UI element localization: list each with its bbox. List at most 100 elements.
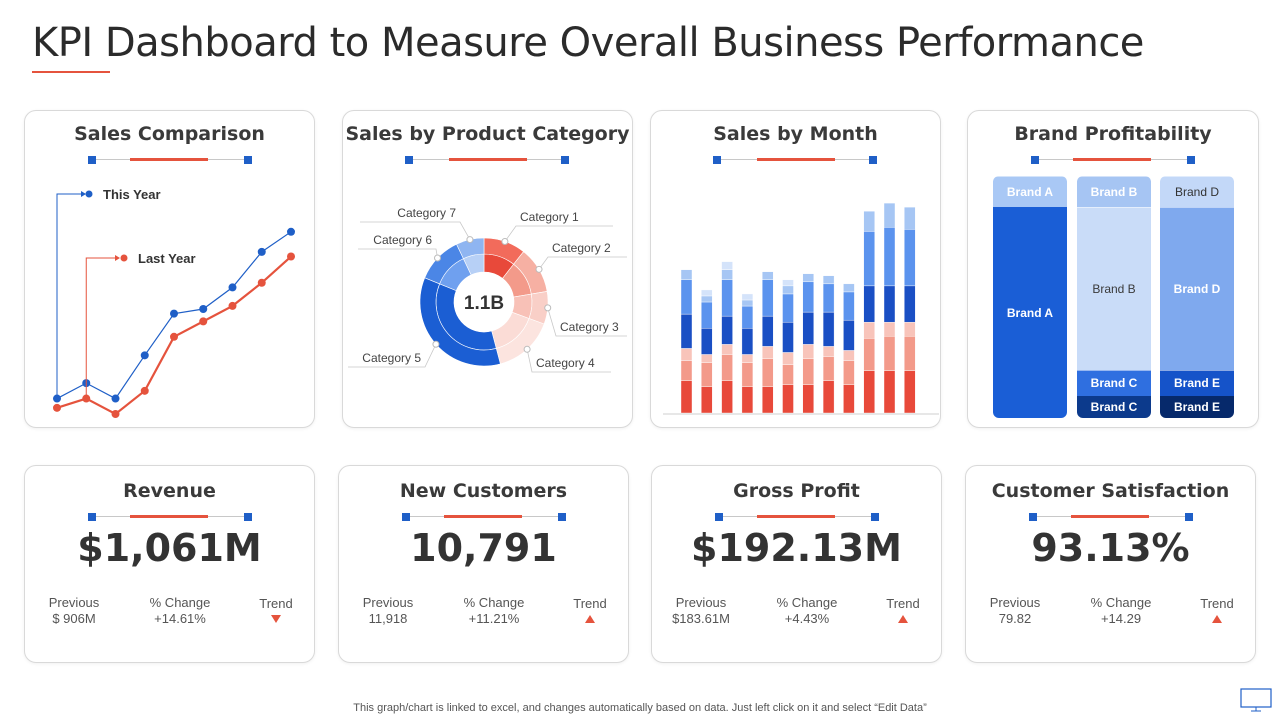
bar-segment (883, 336, 896, 371)
label-leader-line (504, 225, 613, 242)
bar-segment (782, 364, 794, 385)
brand-column[interactable]: Brand A Brand A (993, 176, 1067, 418)
brand-profitability-card[interactable]: Brand Profitability Brand A Brand A Brand … (967, 110, 1259, 428)
brand-segment: Brand A (993, 176, 1067, 208)
bar-segment (843, 384, 855, 414)
kpi-title: Revenue (123, 480, 216, 502)
presentation-screen-icon (1240, 688, 1272, 712)
last-year-leader-line (85, 257, 115, 399)
data-point (170, 332, 178, 341)
bar-segment (680, 380, 693, 414)
data-point (140, 351, 149, 360)
brand-segment: Brand E (1160, 396, 1234, 418)
bar-segment (822, 346, 835, 357)
kpi-previous-value: $183.61M (672, 611, 730, 626)
sales-by-category-card[interactable]: Sales by Product Category 1.1B Category 1… (342, 110, 633, 428)
donut-center-value: 1.1B (464, 293, 504, 314)
bar-segment (822, 356, 835, 381)
kpi-title: New Customers (399, 480, 568, 502)
kpi-card[interactable]: Customer Satisfaction 93.13% Previous 79… (965, 465, 1256, 663)
sales-comparison-line-chart[interactable]: This Year Last Year (25, 111, 316, 429)
bar-segment (883, 227, 896, 287)
bar-segment (843, 319, 855, 351)
kpi-change-label: % Change (776, 595, 838, 610)
label-anchor-dot (501, 238, 509, 246)
kpi-trend: Trend (858, 596, 948, 626)
kpi-previous-value: $ 906M (52, 611, 96, 626)
bar-segment (680, 348, 693, 361)
brand-column[interactable]: Brand C Brand C Brand B Brand B (1077, 176, 1151, 418)
footer-note: This graph/chart is linked to excel, and… (353, 702, 927, 714)
bar-segment (741, 293, 754, 301)
brand-segment: Brand E (1160, 369, 1234, 397)
kpi-value: $192.13M (691, 526, 902, 570)
kpi-previous: Previous 11,918 (343, 595, 433, 626)
bar-segment (843, 360, 855, 385)
legend-last-year: Last Year (138, 251, 196, 266)
legend-marker-this-year (85, 190, 93, 198)
bar-segment (904, 285, 916, 323)
bar-segment (680, 313, 693, 349)
bar-segment (701, 386, 713, 414)
bar-segment (802, 344, 815, 359)
kpi-card[interactable]: New Customers 10,791 Previous 11,918 % C… (338, 465, 629, 663)
arrow-icon (115, 255, 120, 261)
kpi-previous: Previous $ 906M (29, 595, 119, 626)
sales-comparison-card[interactable]: Sales Comparison This Year Last Year (24, 110, 315, 428)
sales-by-month-card[interactable]: Sales by Month (650, 110, 941, 428)
card-divider (966, 512, 1255, 522)
sales-by-category-donut-chart[interactable]: 1.1B Category 1 Category 2 Category 3 Catego… (343, 111, 634, 429)
label-leader-line (538, 256, 627, 270)
bar-segment (822, 380, 835, 414)
bar-segment (802, 384, 815, 414)
brand-segment: Brand C (1077, 369, 1151, 397)
label-anchor-dot (432, 340, 440, 348)
label-anchor-dot (523, 345, 531, 353)
card-divider (25, 512, 314, 522)
kpi-previous-label: Previous (362, 595, 414, 610)
trend-up-icon (1212, 615, 1222, 623)
bar-segment (802, 311, 815, 345)
bar-segment (782, 384, 794, 414)
kpi-card[interactable]: Revenue $1,061M Previous $ 906M % Change… (24, 465, 315, 663)
bar-segment (883, 321, 896, 337)
data-point (140, 386, 149, 395)
kpi-title: Gross Profit (733, 480, 860, 502)
brand-segment: Brand D (1160, 176, 1234, 208)
kpi-previous-value: 79.82 (998, 611, 1032, 626)
card-divider (339, 512, 628, 522)
bar-segment (883, 202, 896, 228)
bar-segment (782, 352, 794, 365)
bar-segment (680, 269, 693, 281)
kpi-value: 93.13% (1031, 526, 1190, 570)
data-point (53, 403, 61, 412)
kpi-change: % Change +14.29 (1076, 595, 1166, 626)
kpi-previous-label: Previous (989, 595, 1041, 610)
brand-segment: Brand C (1077, 396, 1151, 418)
category-label: Category 3 (560, 320, 619, 334)
bar-segment (822, 283, 835, 313)
bar-segment (701, 301, 713, 329)
bar-segment (863, 285, 875, 323)
kpi-card[interactable]: Gross Profit $192.13M Previous $183.61M … (651, 465, 942, 663)
sales-by-month-bar-chart[interactable] (651, 111, 942, 429)
kpi-change: % Change +14.61% (135, 595, 225, 626)
bar-segment (822, 311, 835, 347)
bar-segment (904, 370, 916, 414)
label-leader-line (358, 248, 438, 259)
bar-segment (701, 354, 713, 363)
bar-segment (863, 210, 875, 232)
trend-up-icon (898, 615, 908, 623)
this-year-leader-line (56, 193, 81, 399)
bar-segment (883, 370, 896, 414)
bar-segment (782, 279, 794, 287)
brand-column[interactable]: Brand E Brand E Brand D Brand D (1160, 176, 1234, 418)
data-point (257, 247, 266, 256)
arrow-icon (81, 191, 86, 197)
bar-segment (761, 386, 774, 414)
bar-segment (701, 362, 713, 387)
brand-profitability-chart[interactable]: Brand A Brand A Brand C Brand C Brand B Brand… (968, 111, 1260, 429)
bar-segment (701, 328, 713, 355)
kpi-trend: Trend (231, 596, 321, 626)
bar-segment (822, 275, 835, 285)
